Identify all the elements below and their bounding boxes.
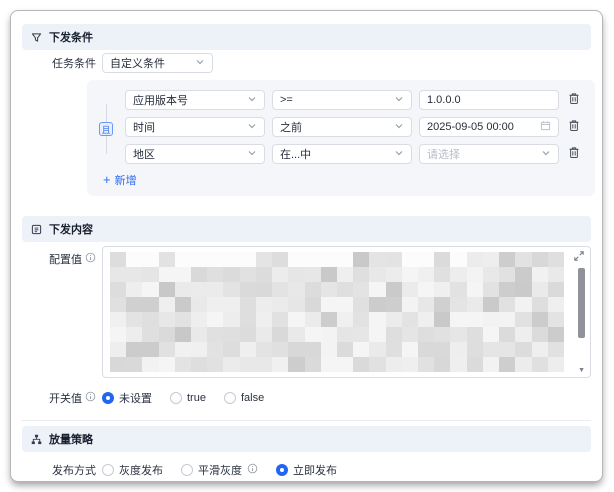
chevron-down-icon bbox=[394, 148, 404, 161]
trash-icon bbox=[568, 119, 580, 135]
section-title: 下发条件 bbox=[49, 29, 93, 45]
section-header-delivery-content: 下发内容 bbox=[22, 216, 591, 242]
chevron-down-icon bbox=[247, 121, 257, 134]
condition-field-select[interactable]: 应用版本号 bbox=[125, 90, 265, 110]
condition-operator-select[interactable]: 之前 bbox=[272, 117, 412, 137]
config-value-label: 配置值 bbox=[49, 251, 82, 267]
condition-value-field[interactable] bbox=[419, 90, 559, 110]
radio-icon bbox=[276, 464, 288, 476]
radio-icon bbox=[170, 392, 182, 404]
switch-value-label: 开关值 bbox=[49, 390, 82, 406]
document-icon bbox=[31, 224, 42, 235]
editor-scrollbar-thumb[interactable] bbox=[578, 268, 585, 338]
radio-icon bbox=[224, 392, 236, 404]
chevron-down-icon bbox=[394, 94, 404, 107]
condition-group: 且 应用版本号 >= 时间 之前 bbox=[87, 80, 595, 196]
trash-icon bbox=[568, 92, 580, 108]
condition-row: 应用版本号 >= bbox=[125, 90, 583, 110]
plus-icon: + bbox=[103, 175, 111, 185]
task-condition-label: 任务条件 bbox=[22, 55, 96, 71]
redacted-config-mosaic bbox=[110, 252, 564, 372]
radio-option-immediate-release[interactable]: 立即发布 bbox=[276, 462, 337, 478]
scrollbar-down-arrow[interactable]: ▼ bbox=[578, 367, 585, 374]
section-header-delivery-conditions: 下发条件 bbox=[22, 24, 591, 50]
condition-field-select[interactable]: 地区 bbox=[125, 144, 265, 164]
chevron-down-icon bbox=[247, 94, 257, 107]
condition-row: 地区 在...中 请选择 bbox=[125, 144, 583, 164]
chevron-down-icon bbox=[195, 57, 205, 70]
info-icon[interactable] bbox=[85, 391, 96, 405]
calendar-icon bbox=[540, 120, 551, 134]
condition-datetime-field[interactable] bbox=[419, 117, 559, 137]
section-divider bbox=[22, 420, 591, 421]
delete-condition-button[interactable] bbox=[566, 146, 582, 162]
chevron-down-icon bbox=[247, 148, 257, 161]
condition-field-select[interactable]: 时间 bbox=[125, 117, 265, 137]
add-condition-button[interactable]: + 新增 bbox=[103, 172, 137, 188]
publish-method-label: 发布方式 bbox=[52, 462, 96, 478]
switch-value-row: 开关值 未设置 true false bbox=[22, 390, 591, 406]
section-title: 下发内容 bbox=[49, 221, 93, 237]
condition-value-select[interactable]: 请选择 bbox=[419, 144, 559, 164]
radio-icon bbox=[102, 392, 114, 404]
expand-icon bbox=[573, 250, 585, 265]
filter-icon bbox=[31, 32, 42, 43]
radio-option-gray-release[interactable]: 灰度发布 bbox=[102, 462, 163, 478]
section-title: 放量策略 bbox=[49, 431, 93, 447]
radio-option-false[interactable]: false bbox=[224, 392, 264, 404]
section-header-rollout-strategy: 放量策略 bbox=[22, 426, 591, 452]
condition-operator-select[interactable]: 在...中 bbox=[272, 144, 412, 164]
info-icon[interactable] bbox=[247, 463, 258, 477]
trash-icon bbox=[568, 146, 580, 162]
condition-value-input[interactable] bbox=[427, 94, 551, 106]
config-value-row: 配置值 ▼ bbox=[22, 246, 591, 378]
condition-row: 时间 之前 bbox=[125, 117, 583, 137]
logic-and-badge[interactable]: 且 bbox=[99, 122, 113, 136]
info-icon[interactable] bbox=[85, 252, 96, 266]
condition-datetime-input[interactable] bbox=[427, 121, 540, 133]
config-value-editor[interactable]: ▼ bbox=[102, 246, 591, 378]
publish-method-row: 发布方式 灰度发布 平滑灰度 立即发布 bbox=[22, 462, 591, 478]
delete-condition-button[interactable] bbox=[566, 119, 582, 135]
radio-option-true[interactable]: true bbox=[170, 392, 206, 404]
radio-option-unset[interactable]: 未设置 bbox=[102, 390, 152, 406]
task-condition-select[interactable]: 自定义条件 bbox=[102, 53, 213, 73]
chevron-down-icon bbox=[394, 121, 404, 134]
delete-condition-button[interactable] bbox=[566, 92, 582, 108]
sitemap-icon bbox=[31, 434, 42, 445]
radio-option-smooth-gray[interactable]: 平滑灰度 bbox=[181, 462, 258, 478]
condition-operator-select[interactable]: >= bbox=[272, 90, 412, 110]
chevron-down-icon bbox=[541, 148, 551, 161]
radio-icon bbox=[102, 464, 114, 476]
expand-editor-button[interactable] bbox=[572, 250, 586, 264]
task-condition-value: 自定义条件 bbox=[110, 55, 165, 71]
radio-icon bbox=[181, 464, 193, 476]
task-condition-row: 任务条件 自定义条件 bbox=[22, 53, 591, 73]
config-form-panel: 下发条件 任务条件 自定义条件 且 应用版本号 >= bbox=[10, 10, 603, 482]
